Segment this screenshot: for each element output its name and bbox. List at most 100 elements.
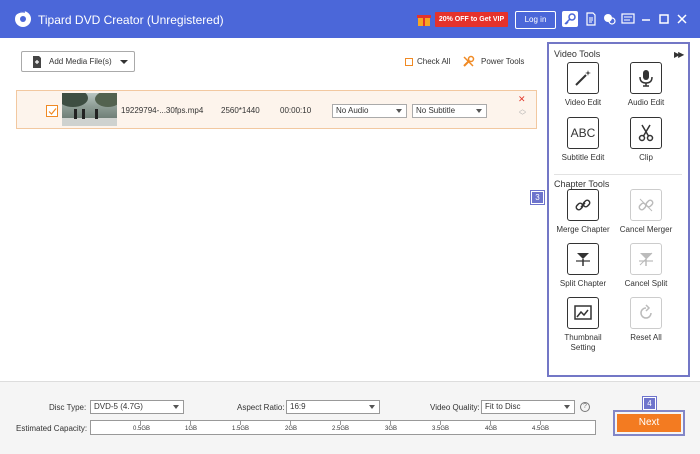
- subtitle-edit-tool[interactable]: ABC Subtitle Edit: [553, 117, 613, 163]
- app-logo-icon: [14, 11, 31, 27]
- video-edit-tool[interactable]: Video Edit: [553, 62, 613, 108]
- expand-panel-icon[interactable]: ▶▶: [674, 50, 684, 59]
- split-chapter-label: Split Chapter: [559, 279, 607, 288]
- tools-panel: Video Tools ▶▶ Video Edit Audio Edit ABC…: [547, 42, 690, 377]
- clip-tool[interactable]: Clip: [616, 117, 676, 163]
- row-checkbox[interactable]: [46, 105, 58, 117]
- audio-edit-label: Audio Edit: [627, 98, 665, 107]
- step-badge-3: 3: [530, 190, 545, 205]
- subtitle-edit-label: Subtitle Edit: [561, 153, 605, 162]
- reset-all-label: Reset All: [630, 333, 662, 342]
- register-key-icon[interactable]: [562, 11, 578, 27]
- capacity-tick: [290, 421, 291, 425]
- media-filename: 19229794-...30fps.mp4: [121, 106, 204, 115]
- merge-chapter-tool[interactable]: Merge Chapter: [553, 189, 613, 235]
- clip-label: Clip: [639, 153, 653, 162]
- capacity-tick: [490, 421, 491, 425]
- split-chapter-tool[interactable]: Split Chapter: [553, 243, 613, 289]
- capacity-tick-label: 1.5GB: [232, 426, 250, 432]
- chevron-down-icon[interactable]: [119, 59, 128, 64]
- check-all-label: Check All: [417, 57, 451, 66]
- broken-link-icon[interactable]: [630, 189, 662, 221]
- check-all-checkbox[interactable]: Check All: [405, 57, 450, 66]
- close-icon[interactable]: [674, 11, 690, 27]
- capacity-tick-label: 1GB: [185, 426, 198, 432]
- cancel-split-icon[interactable]: [630, 243, 662, 275]
- bottom-bar: Disc Type: DVD-5 (4.7G) Aspect Ratio: 16…: [0, 381, 700, 454]
- cancel-split-label: Cancel Split: [624, 279, 668, 288]
- microphone-icon[interactable]: [630, 62, 662, 94]
- capacity-tick-label: 2GB: [285, 426, 298, 432]
- media-duration: 00:00:10: [280, 106, 312, 115]
- move-down-icon[interactable]: ﹀: [519, 111, 526, 121]
- user-chat-icon[interactable]: [601, 11, 617, 27]
- aspect-ratio-label: Aspect Ratio:: [237, 403, 285, 412]
- audio-edit-tool[interactable]: Audio Edit: [616, 62, 676, 108]
- video-edit-label: Video Edit: [564, 98, 602, 107]
- media-row[interactable]: 19229794-...30fps.mp4 2560*1440 00:00:10…: [16, 90, 537, 129]
- capacity-tick-label: 3.5GB: [432, 426, 450, 432]
- thumbnail-icon[interactable]: [567, 297, 599, 329]
- capacity-tick: [340, 421, 341, 425]
- login-button[interactable]: Log in: [515, 11, 556, 29]
- cancel-merger-label: Cancel Merger: [619, 225, 673, 234]
- split-icon[interactable]: [567, 243, 599, 275]
- vip-promo-button[interactable]: 20% OFF to Get VIP: [435, 12, 508, 27]
- scissors-icon[interactable]: [630, 117, 662, 149]
- reset-all-tool[interactable]: Reset All: [616, 297, 676, 343]
- document-icon[interactable]: [583, 11, 599, 27]
- checkmark-icon: [48, 107, 56, 115]
- video-thumbnail[interactable]: [62, 93, 117, 126]
- cancel-merger-tool[interactable]: Cancel Merger: [616, 189, 676, 235]
- capacity-tick-label: 4GB: [485, 426, 498, 432]
- title-bar: Tipard DVD Creator (Unregistered) 20% OF…: [0, 0, 700, 38]
- link-icon[interactable]: [567, 189, 599, 221]
- video-quality-select[interactable]: Fit to Disc: [481, 400, 575, 414]
- add-file-icon: [33, 55, 41, 68]
- add-media-label: Add Media File(s): [49, 57, 112, 66]
- capacity-tick: [440, 421, 441, 425]
- next-button-highlight[interactable]: Next: [613, 410, 685, 436]
- magic-wand-icon[interactable]: [567, 62, 599, 94]
- capacity-tick-label: 3GB: [385, 426, 398, 432]
- merge-chapter-label: Merge Chapter: [556, 225, 610, 234]
- abc-text-icon[interactable]: ABC: [567, 117, 599, 149]
- capacity-tick-label: 0.5GB: [133, 426, 151, 432]
- maximize-icon[interactable]: [656, 11, 672, 27]
- capacity-tick: [390, 421, 391, 425]
- media-resolution: 2560*1440: [221, 106, 260, 115]
- disc-type-label: Disc Type:: [49, 403, 87, 412]
- thumbnail-setting-label: Thumbnail Setting: [564, 333, 602, 352]
- next-button[interactable]: Next: [617, 414, 681, 432]
- power-tools-label: Power Tools: [481, 57, 525, 66]
- gift-icon[interactable]: [416, 11, 432, 27]
- video-quality-label: Video Quality:: [430, 403, 480, 412]
- estimated-capacity-label: Estimated Capacity:: [16, 424, 88, 433]
- window-title: Tipard DVD Creator (Unregistered): [38, 13, 224, 27]
- capacity-tick: [240, 421, 241, 425]
- section-divider: [554, 174, 682, 175]
- add-media-button[interactable]: Add Media File(s): [21, 51, 135, 72]
- feedback-icon[interactable]: [620, 11, 636, 27]
- capacity-tick: [190, 421, 191, 425]
- reset-icon[interactable]: [630, 297, 662, 329]
- subtitle-track-select[interactable]: No Subtitle: [412, 104, 487, 118]
- aspect-ratio-select[interactable]: 16:9: [286, 400, 380, 414]
- capacity-tick-label: 2.5GB: [332, 426, 350, 432]
- chapter-tools-title: Chapter Tools: [554, 179, 610, 189]
- power-tools-button[interactable]: Power Tools: [462, 55, 524, 68]
- cancel-split-tool[interactable]: Cancel Split: [616, 243, 676, 289]
- video-tools-title: Video Tools: [554, 49, 601, 59]
- help-icon[interactable]: ?: [580, 402, 590, 412]
- capacity-tick: [540, 421, 541, 425]
- capacity-tick-label: 4.5GB: [532, 426, 550, 432]
- step-badge-4: 4: [642, 396, 657, 411]
- audio-track-select[interactable]: No Audio: [332, 104, 407, 118]
- wrench-icon: [463, 55, 475, 67]
- minimize-icon[interactable]: [638, 11, 654, 27]
- capacity-tick: [140, 421, 141, 425]
- capacity-bar: 0.5GB 1GB 1.5GB 2GB 2.5GB 3GB 3.5GB 4GB …: [90, 420, 596, 435]
- checkbox-box[interactable]: [405, 57, 413, 66]
- disc-type-select[interactable]: DVD-5 (4.7G): [90, 400, 184, 414]
- thumbnail-setting-tool[interactable]: Thumbnail Setting: [553, 297, 613, 353]
